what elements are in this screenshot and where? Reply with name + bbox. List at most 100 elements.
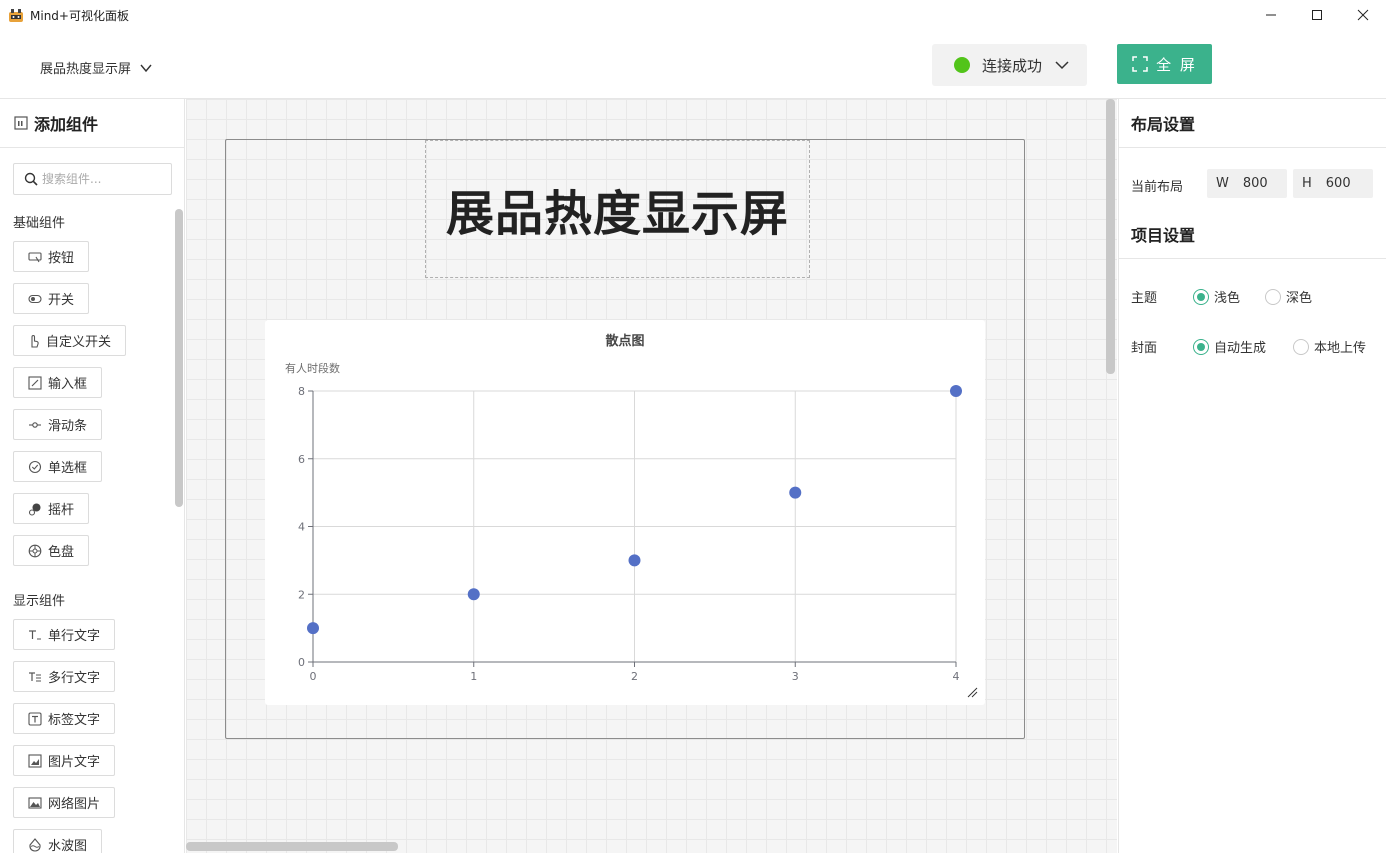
y-tick-label: 6: [298, 453, 305, 466]
connection-status-button[interactable]: 连接成功: [932, 44, 1087, 86]
x-tick-label: 4: [953, 670, 960, 683]
project-settings-heading: 项目设置: [1119, 210, 1386, 259]
y-axis-label: 有人时段数: [285, 361, 340, 375]
maximize-icon: [1312, 10, 1322, 20]
palette-icon: [28, 544, 42, 557]
fullscreen-icon: [1132, 56, 1148, 72]
app-logo-icon: [9, 9, 23, 22]
radio-unselected-icon: [1293, 338, 1309, 355]
sidebar-header: 添加组件: [0, 99, 184, 148]
maximize-button[interactable]: [1294, 0, 1340, 30]
x-tick-label: 3: [792, 670, 799, 683]
status-dot-icon: [954, 57, 970, 73]
y-tick-label: 8: [298, 385, 305, 398]
label-text-icon: [28, 711, 42, 726]
resize-handle-icon[interactable]: [966, 686, 978, 698]
single-text-icon: [29, 629, 41, 639]
app-header: 展品热度显示屏 连接成功 全 屏: [0, 30, 1386, 99]
hand-pointer-icon: [31, 334, 39, 348]
width-value: 800: [1242, 176, 1268, 191]
data-point: [950, 385, 962, 397]
data-point: [307, 622, 319, 635]
component-search[interactable]: [13, 163, 172, 195]
title-widget[interactable]: 展品热度显示屏: [425, 140, 810, 278]
minimize-button[interactable]: [1248, 0, 1294, 30]
fullscreen-button[interactable]: 全 屏: [1117, 44, 1212, 84]
button-icon: [28, 251, 42, 262]
theme-dark-radio[interactable]: 深色: [1265, 287, 1312, 306]
search-input[interactable]: [42, 172, 162, 186]
component-switch[interactable]: 开关: [13, 283, 90, 314]
canvas-vertical-scrollbar[interactable]: [1106, 99, 1115, 374]
image-text-icon: [28, 753, 42, 768]
component-label-text[interactable]: 标签文字: [13, 703, 116, 734]
components-icon: [14, 116, 28, 130]
y-tick-label: 0: [298, 656, 305, 669]
window-titlebar: Mind+可视化面板: [0, 0, 1386, 30]
joystick-icon: [28, 503, 41, 516]
connection-status-text: 连接成功: [982, 56, 1043, 75]
title-widget-text: 展品热度显示屏: [445, 186, 789, 242]
chart-title: 散点图: [605, 333, 644, 349]
data-point: [467, 588, 480, 601]
close-icon: [1357, 9, 1369, 21]
radio-selected-icon: [1193, 288, 1209, 305]
display-components-heading: 显示组件: [13, 594, 66, 609]
design-canvas[interactable]: 展品热度显示屏 散点图 有人时段数 0 2 4 6 8 0 1 2 3 4: [186, 99, 1117, 853]
height-label: H: [1302, 176, 1312, 191]
y-tick-label: 4: [298, 521, 305, 534]
width-label: W: [1216, 176, 1229, 191]
component-custom-switch[interactable]: 自定义开关: [13, 325, 127, 356]
component-web-image[interactable]: 网络图片: [13, 787, 116, 818]
web-image-icon: [28, 796, 42, 809]
cover-upload-radio[interactable]: 本地上传: [1293, 337, 1366, 356]
y-tick-label: 2: [298, 588, 305, 601]
cover-label: 封面: [1131, 341, 1158, 356]
data-point: [789, 486, 802, 499]
chevron-down-icon: [140, 64, 152, 72]
theme-label: 主题: [1131, 291, 1158, 306]
component-button[interactable]: 按钮: [13, 241, 90, 272]
theme-light-radio[interactable]: 浅色: [1193, 287, 1240, 306]
x-tick-label: 1: [470, 670, 477, 683]
minimize-icon: [1266, 14, 1276, 16]
cover-auto-radio[interactable]: 自动生成: [1193, 337, 1266, 356]
x-tick-label: 2: [631, 670, 638, 683]
component-radio[interactable]: 单选框: [13, 451, 103, 482]
sidebar-scrollbar[interactable]: [175, 209, 183, 507]
layout-width-field[interactable]: W 800: [1207, 169, 1287, 198]
component-input[interactable]: 输入框: [13, 367, 103, 398]
layout-board[interactable]: 展品热度显示屏 散点图 有人时段数 0 2 4 6 8 0 1 2 3 4: [225, 139, 1025, 739]
data-point: [628, 554, 641, 567]
component-color-palette[interactable]: 色盘: [13, 535, 90, 566]
chevron-down-icon: [1055, 61, 1069, 70]
component-water-wave[interactable]: 水波图: [13, 829, 103, 853]
layout-settings-heading: 布局设置: [1119, 99, 1386, 148]
settings-panel: 布局设置 当前布局 W 800 H 600 项目设置 主题 浅色 深色 封面 自…: [1118, 99, 1386, 853]
water-drop-icon: [29, 837, 41, 852]
current-layout-label: 当前布局: [1131, 180, 1184, 195]
close-button[interactable]: [1340, 0, 1386, 30]
sidebar-title: 添加组件: [34, 115, 99, 134]
search-icon: [24, 172, 38, 186]
input-icon: [28, 375, 42, 390]
scatter-chart-widget[interactable]: 散点图 有人时段数 0 2 4 6 8 0 1 2 3 4: [265, 320, 985, 705]
component-joystick[interactable]: 摇杆: [13, 493, 90, 524]
switch-icon: [28, 294, 42, 303]
scatter-chart: 散点图有人时段数 0 2 4 6 8 0 1 2 3 4: [285, 333, 962, 683]
component-slider[interactable]: 滑动条: [13, 409, 103, 440]
component-multi-text[interactable]: 多行文字: [13, 661, 116, 692]
slider-icon: [29, 421, 41, 428]
canvas-horizontal-scrollbar[interactable]: [186, 842, 398, 851]
component-image-text[interactable]: 图片文字: [13, 745, 116, 776]
radio-unselected-icon: [1265, 288, 1281, 305]
multi-text-icon: [29, 671, 41, 681]
component-single-text[interactable]: 单行文字: [13, 619, 116, 650]
height-value: 600: [1325, 176, 1351, 191]
window-title: Mind+可视化面板: [30, 9, 129, 23]
radio-check-icon: [28, 460, 42, 473]
layout-height-field[interactable]: H 600: [1293, 169, 1373, 198]
component-sidebar: 添加组件 基础组件 按钮 开关 自定义开关 输入框 滑动条 单选框 摇杆 色盘 …: [0, 99, 185, 853]
screen-selector[interactable]: 展品热度显示屏: [40, 58, 153, 77]
radio-selected-icon: [1193, 338, 1209, 355]
